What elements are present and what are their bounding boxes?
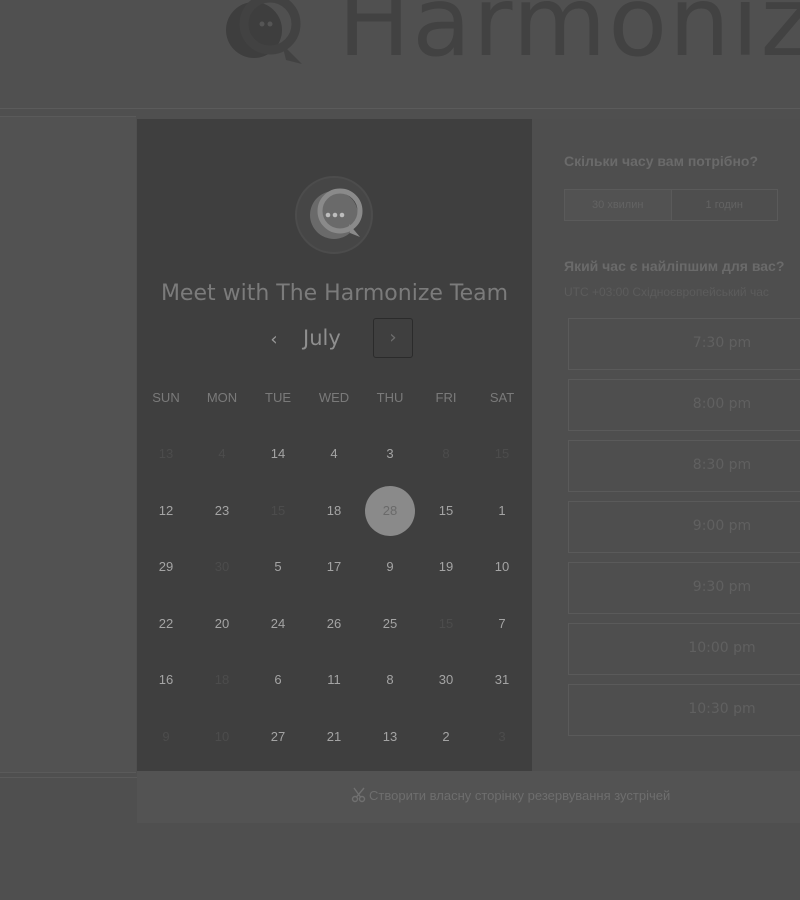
previous-month-button[interactable]: ‹ [261,327,287,353]
weekday-label: SAT [489,390,515,405]
calendar-day[interactable]: 2 [426,717,466,757]
duration-question: Скільки часу вам потрібно? [564,153,759,169]
calendar-day[interactable]: 31 [482,660,522,700]
time-slot-button[interactable]: 9:30 pm [568,562,800,614]
calendar-day[interactable]: 11 [314,660,354,700]
calendar-day[interactable]: 22 [146,604,186,644]
weekday-label: FRI [435,390,457,405]
calendar-day[interactable]: 20 [202,604,242,644]
calendar-day[interactable]: 8 [370,660,410,700]
calendar-day-selected[interactable]: 28 [365,485,415,536]
time-slot-button[interactable]: 9:00 pm [568,501,800,553]
footer: Створити власну сторінку резервування зу… [137,771,800,823]
time-slot-button[interactable]: 8:00 pm [568,379,800,431]
booking-panel: Скільки часу вам потрібно? 30 хвилин 1 г… [532,119,800,771]
create-booking-page-link[interactable]: Створити власну сторінку резервування зу… [351,787,670,803]
calendar-day[interactable]: 12 [146,491,186,531]
calendar-day[interactable]: 6 [258,660,298,700]
weekday-label: WED [318,390,350,405]
create-booking-page-text: Створити власну сторінку резервування зу… [369,788,671,803]
calendar-day[interactable]: 1 [482,491,522,531]
weekday-label: SUN [152,390,180,405]
logo-text: Harmonize [338,0,800,78]
calendar-day[interactable]: 19 [426,547,466,587]
calendar-day: 13 [158,446,174,461]
month-label: July [303,326,341,350]
logo-icon [226,0,302,64]
divider [0,777,137,778]
calendar-day[interactable]: 10 [482,547,522,587]
calendar-day: 15 [438,615,454,631]
calendar-day: 8 [442,446,450,461]
calendar-day[interactable]: 23 [202,491,242,531]
left-background-band [0,116,136,773]
meeting-title: Meet with The Harmonize Team [160,281,509,306]
calendar-day: 15 [270,502,286,518]
time-question: Який час є найліпшим для вас? [564,258,785,274]
duration-option-1hour[interactable]: 1 годин [670,190,778,220]
calendar-day[interactable]: 17 [314,547,354,587]
calendar-day[interactable]: 5 [258,547,298,587]
calendar-day[interactable]: 27 [258,717,298,757]
time-slot-button[interactable]: 10:30 pm [568,684,800,736]
calendar-day[interactable]: 24 [258,604,298,644]
calendar-day[interactable]: 21 [314,717,354,757]
next-month-button[interactable]: › [373,318,413,358]
duration-selector: 30 хвилин 1 годин [564,189,778,221]
calendar-day[interactable]: 25 [370,604,410,644]
time-slot-label: 10:30 pm [688,701,756,717]
calendar-day: 9 [162,728,170,744]
header: Harmonize [0,0,800,109]
calendar-day[interactable]: 15 [426,491,466,531]
calendar-day[interactable]: 3 [370,434,410,474]
calendar-day[interactable]: 4 [314,434,354,474]
time-slot-label: 7:30 pm [692,335,752,351]
time-slot-button[interactable]: 7:30 pm [568,318,800,370]
calendar-day: 18 [214,672,230,687]
scissors-icon [351,787,366,803]
weekday-label: TUE [265,390,291,405]
time-slot-label: 8:00 pm [692,396,752,412]
duration-option-30min[interactable]: 30 хвилин [565,190,671,220]
time-slot-label: 10:00 pm [688,640,756,656]
calendar-day: 10 [214,728,230,744]
time-slot-label: 9:30 pm [692,579,752,595]
time-slot-label: 9:00 pm [692,518,752,534]
calendar-day[interactable]: 9 [370,547,410,587]
calendar-day[interactable]: 16 [146,660,186,700]
calendar-day[interactable]: 13 [370,717,410,757]
team-avatar-icon [295,176,373,254]
weekday-label: MON [206,390,238,405]
calendar-day[interactable]: 26 [314,604,354,644]
calendar-day[interactable]: 30 [426,660,466,700]
calendar-panel: Meet with The Harmonize Team ‹ July › SU… [137,119,532,771]
calendar-day[interactable]: 18 [314,491,354,531]
time-slot-label: 8:30 pm [692,457,752,473]
calendar-day: 30 [214,559,230,574]
timezone-label[interactable]: UTC +03:00 Східноєвропейський час [564,285,769,299]
weekday-label: THU [376,390,404,405]
calendar-day[interactable]: 7 [482,604,522,644]
calendar-day[interactable]: 14 [258,434,298,474]
calendar-day[interactable]: 29 [146,547,186,587]
calendar-day: 3 [498,728,506,744]
calendar-day: 4 [218,446,226,461]
calendar-day: 15 [494,446,510,461]
time-slot-button[interactable]: 8:30 pm [568,440,800,492]
time-slot-button[interactable]: 10:00 pm [568,623,800,675]
